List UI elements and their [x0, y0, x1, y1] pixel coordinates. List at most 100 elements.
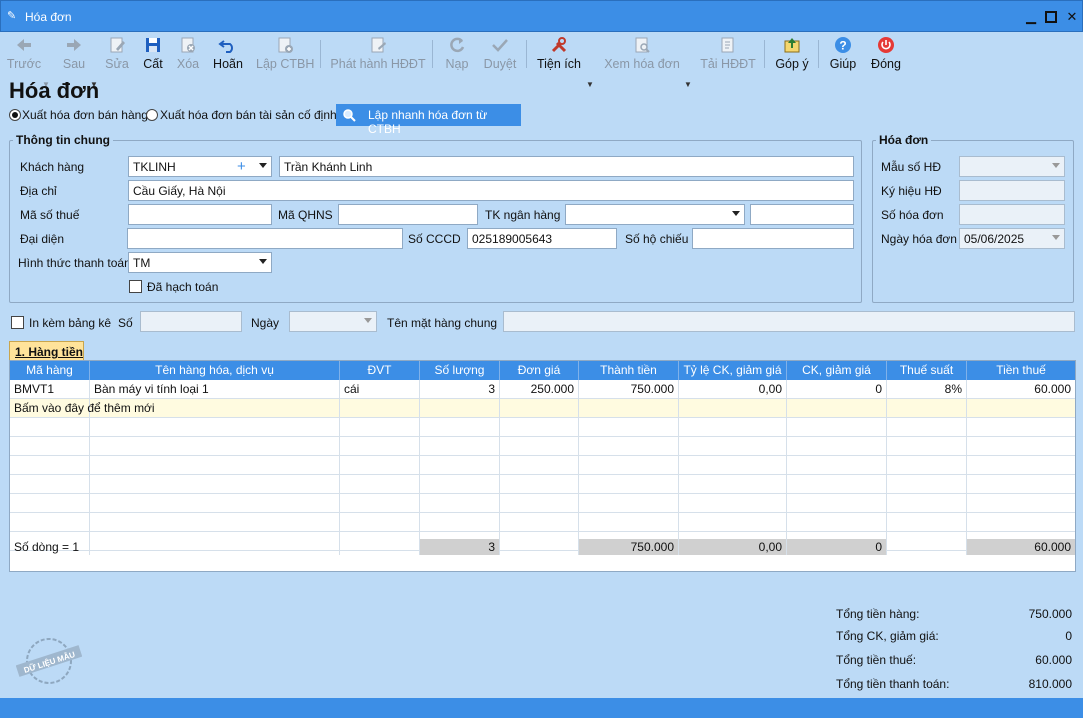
template-combo[interactable] [959, 156, 1065, 177]
utilities-button[interactable]: Tiện ích [534, 34, 584, 74]
cell-discount[interactable]: 0 [787, 380, 887, 398]
passport-input[interactable] [692, 228, 854, 249]
toolbar-separator [526, 40, 527, 68]
empty-table-row[interactable] [10, 418, 1075, 437]
cell-amount[interactable]: 750.000 [579, 380, 679, 398]
cell-discount-rate[interactable]: 0,00 [679, 380, 787, 398]
invoice-group-title: Hóa đơn [876, 133, 932, 147]
column-header[interactable]: Mã hàng [10, 361, 90, 380]
next-button[interactable]: Sau [56, 34, 92, 74]
posted-checkbox[interactable] [129, 280, 142, 293]
cell-unit[interactable]: cái [340, 380, 420, 398]
cell-unit-price[interactable]: 250.000 [500, 380, 579, 398]
table-row[interactable]: BMVT1 Bàn máy vi tính loại 1 cái 3 250.0… [10, 380, 1075, 399]
approve-button[interactable]: Duyệt [480, 34, 520, 74]
create-ctbh-button[interactable]: Lập CTBH [256, 34, 314, 74]
add-new-row[interactable]: Bấm vào đây để thêm mới [10, 399, 1075, 418]
help-button[interactable]: ? Giúp [826, 34, 860, 74]
app-icon: ✎ [7, 10, 17, 22]
symbol-label: Ký hiệu HĐ [881, 184, 942, 198]
representative-input[interactable] [127, 228, 403, 249]
cccd-input[interactable]: 025189005643 [467, 228, 617, 249]
chevron-down-icon[interactable] [259, 163, 267, 168]
checkmark-icon [492, 39, 508, 52]
customer-code-combo[interactable]: TKLINH + [128, 156, 272, 177]
edit-icon [110, 37, 125, 53]
column-header[interactable]: Thuế suất [887, 361, 967, 380]
power-icon [878, 37, 894, 53]
print-list-checkbox[interactable] [11, 316, 24, 329]
representative-label: Đại diện [20, 232, 65, 246]
column-header[interactable]: CK, giảm giá [787, 361, 887, 380]
radio-sales-label: Xuất hóa đơn bán hàng [22, 108, 148, 122]
feedback-button[interactable]: Góp ý [772, 34, 812, 74]
view-invoice-dropdown-icon[interactable]: ▼ [684, 80, 692, 89]
empty-table-row[interactable] [10, 513, 1075, 532]
cell-item-code[interactable]: BMVT1 [10, 380, 90, 398]
chevron-down-icon[interactable] [259, 259, 267, 264]
column-header[interactable]: Thành tiền [579, 361, 679, 380]
cell-quantity[interactable]: 3 [420, 380, 500, 398]
radio-asset-invoice[interactable] [146, 109, 158, 121]
total-payment-value: 810.000 [1028, 677, 1072, 691]
tax-code-input[interactable] [128, 204, 272, 225]
total-payment-label: Tổng tiền thanh toán: [836, 677, 950, 691]
bank-extra-input[interactable] [750, 204, 854, 225]
list-date-label: Ngày [251, 316, 280, 330]
cell-tax-rate[interactable]: 8% [887, 380, 967, 398]
column-header[interactable]: Tỷ lệ CK, giảm giá [679, 361, 787, 380]
issue-einvoice-button[interactable]: Phát hành HĐĐT [330, 34, 426, 74]
utilities-dropdown-icon[interactable]: ▼ [586, 80, 594, 89]
cell-item-name[interactable]: Bàn máy vi tính loại 1 [90, 380, 340, 398]
search-icon [343, 109, 356, 122]
list-number-input[interactable] [140, 311, 242, 332]
empty-table-row[interactable] [10, 494, 1075, 513]
common-name-input[interactable] [503, 311, 1075, 332]
column-header[interactable]: Đơn giá [500, 361, 579, 380]
chevron-down-icon[interactable] [1052, 235, 1060, 240]
chevron-down-icon[interactable] [364, 318, 372, 323]
close-window-button[interactable]: ✕ [1062, 7, 1082, 27]
invoice-date-value: 05/06/2025 [964, 232, 1025, 246]
prev-button[interactable]: Trước [6, 34, 42, 74]
toolbar-separator [764, 40, 765, 68]
chevron-down-icon[interactable] [732, 211, 740, 216]
load-button[interactable]: Nạp [440, 34, 474, 74]
customer-name-input[interactable]: Trần Khánh Linh [279, 156, 854, 177]
tab-goods-money[interactable]: 1. Hàng tiền [9, 341, 84, 361]
bank-account-combo[interactable] [565, 204, 745, 225]
edit-button[interactable]: Sửa [102, 34, 132, 74]
column-header[interactable]: Tên hàng hóa, dịch vụ [90, 361, 340, 380]
symbol-input[interactable] [959, 180, 1065, 201]
address-label: Địa chỉ [20, 184, 57, 198]
empty-table-row[interactable] [10, 437, 1075, 456]
radio-sales-invoice[interactable] [9, 109, 21, 121]
empty-table-row[interactable] [10, 475, 1075, 494]
qhns-input[interactable] [338, 204, 478, 225]
download-einvoice-button[interactable]: Tải HĐĐT [700, 34, 756, 74]
arrow-left-icon [17, 39, 31, 51]
maximize-button[interactable] [1041, 7, 1061, 27]
cell-tax-amount[interactable]: 60.000 [967, 380, 1075, 398]
invoice-number-input[interactable] [959, 204, 1065, 225]
column-header[interactable]: Tiền thuế [967, 361, 1075, 380]
undo-button[interactable]: Hoãn [210, 34, 246, 74]
view-invoice-button[interactable]: Xem hóa đơn [602, 34, 682, 74]
list-date-picker[interactable] [289, 311, 377, 332]
address-input[interactable]: Cầu Giấy, Hà Nội [128, 180, 854, 201]
empty-table-row[interactable] [10, 456, 1075, 475]
minimize-button[interactable]: ▁ [1021, 7, 1041, 27]
add-new-label[interactable]: Bấm vào đây để thêm mới [10, 399, 155, 417]
payment-method-combo[interactable]: TM [128, 252, 272, 273]
chevron-down-icon[interactable] [1052, 163, 1060, 168]
sample-data-stamp: DỮ LIỆU MẪU [16, 638, 82, 684]
save-button[interactable]: Cất [138, 34, 168, 74]
column-header[interactable]: Số lượng [420, 361, 500, 380]
quick-create-button[interactable]: Lập nhanh hóa đơn từ CTBH [336, 104, 521, 136]
column-header[interactable]: ĐVT [340, 361, 420, 380]
invoice-date-picker[interactable]: 05/06/2025 [959, 228, 1065, 249]
template-label: Mẫu số HĐ [881, 160, 942, 174]
add-icon[interactable]: + [237, 158, 246, 175]
close-button[interactable]: Đóng [866, 34, 906, 74]
delete-button[interactable]: Xóa [172, 34, 204, 74]
